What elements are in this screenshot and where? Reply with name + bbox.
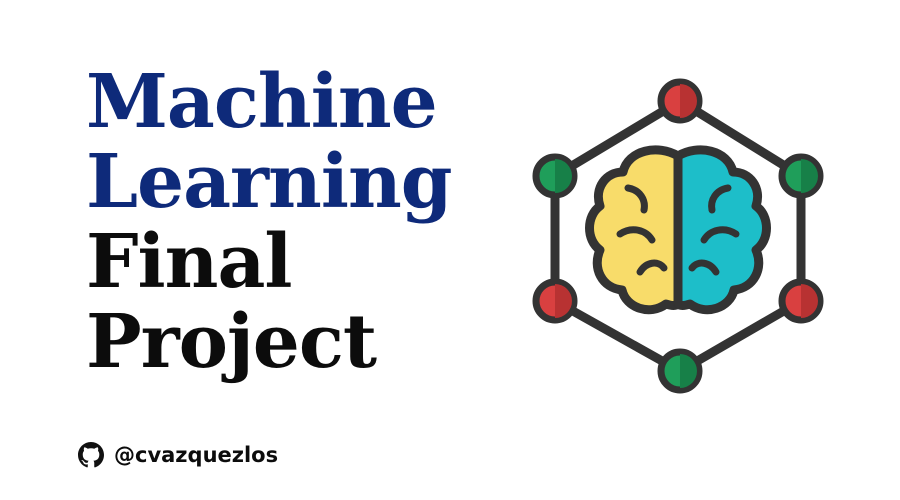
node-lower-left-red <box>532 278 578 324</box>
neural-brain-network-icon <box>532 78 824 394</box>
slide: Machine Learning Final Project @cvazquez… <box>0 0 900 500</box>
title-line-2: Learning <box>86 139 453 225</box>
node-lower-right-red <box>778 278 824 324</box>
title-line-1: Machine <box>86 59 438 145</box>
node-top-red <box>657 78 703 124</box>
node-upper-left-green <box>532 153 578 199</box>
node-upper-right-green <box>778 153 824 199</box>
github-icon <box>78 442 104 468</box>
node-bottom-green <box>657 348 703 394</box>
page-title: Machine Learning Final Project <box>86 59 453 385</box>
github-handle[interactable]: @cvazquezlos <box>78 440 278 470</box>
github-username: @cvazquezlos <box>114 443 279 467</box>
title-line-3: Final <box>86 219 293 305</box>
title-line-4: Project <box>86 299 377 385</box>
